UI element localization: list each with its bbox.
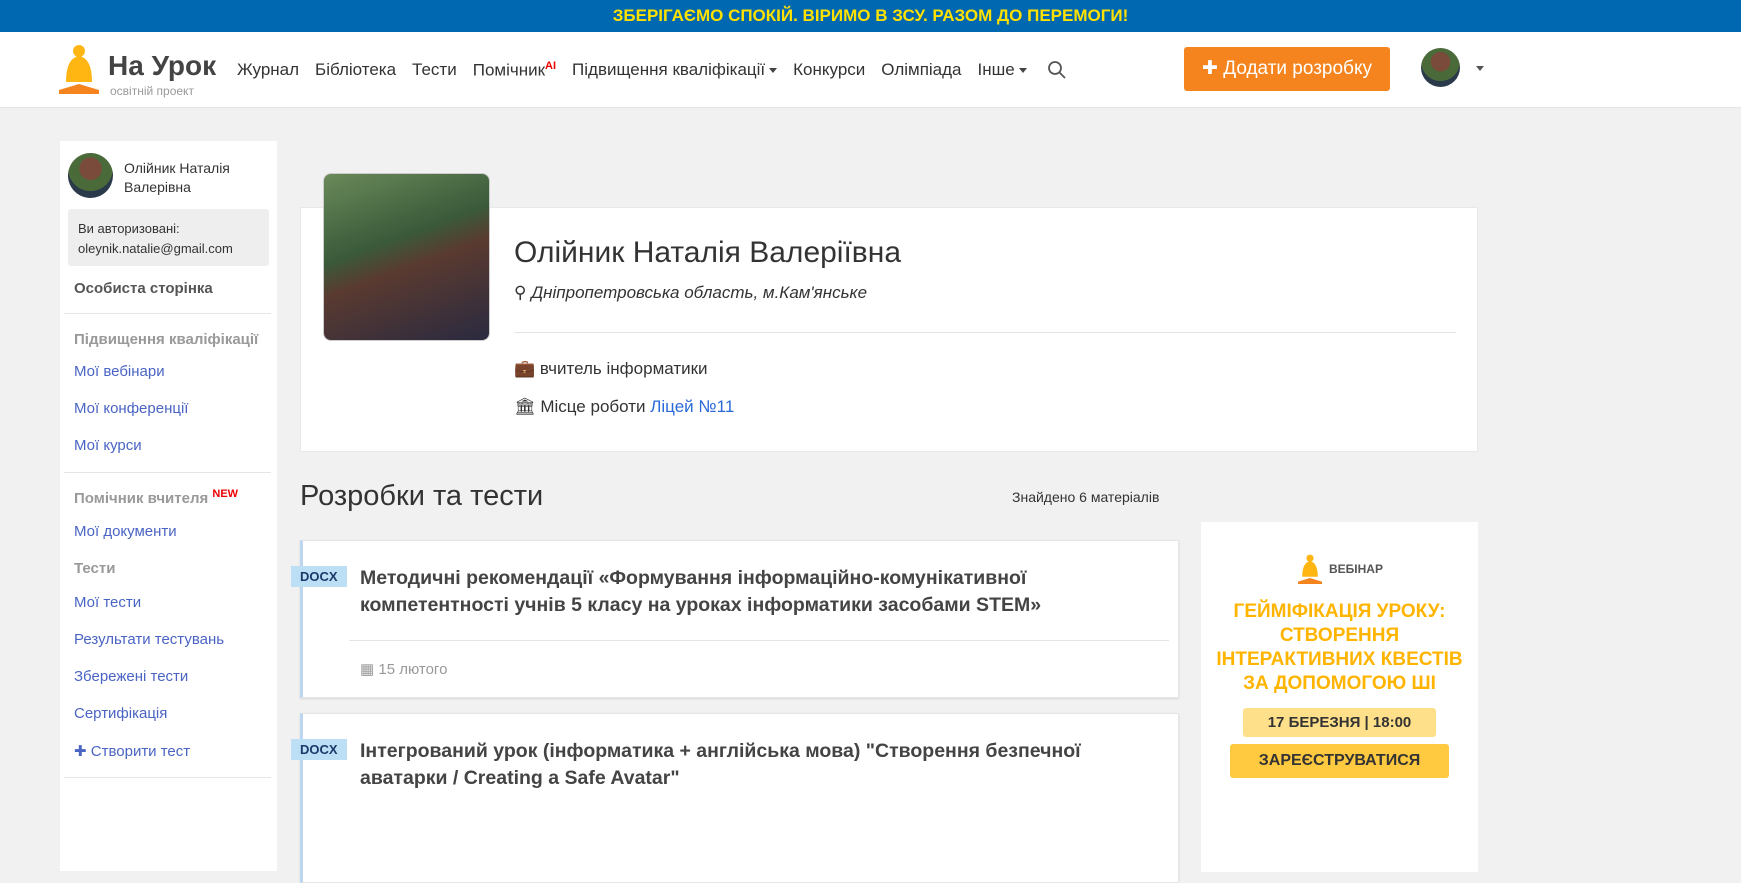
ai-badge: AI xyxy=(545,60,557,72)
section-header: Підвищення кваліфікації xyxy=(74,331,259,348)
nav-contests[interactable]: Конкурси xyxy=(793,60,865,81)
map-marker-icon: ⚲ xyxy=(514,283,527,302)
divider xyxy=(64,777,271,778)
divider xyxy=(64,313,271,314)
sidebar-saved-tests[interactable]: Збережені тести xyxy=(74,668,188,685)
webinar-ad[interactable]: ВЕБІНАР ГЕЙМІФІКАЦІЯ УРОКУ: СТВОРЕННЯ ІН… xyxy=(1201,522,1478,872)
header: На Урок освітній проект Журнал Бібліотек… xyxy=(0,32,1741,108)
support-banner: ЗБЕРІГАЄМО СПОКІЙ. ВІРИМО В ЗСУ. РАЗОМ Д… xyxy=(0,0,1741,32)
sidebar-user-name: Олійник Наталія Валерівна xyxy=(124,160,230,195)
material-title[interactable]: Методичні рекомендації «Формування інфор… xyxy=(360,565,1150,619)
new-badge: NEW xyxy=(212,488,239,500)
ad-title: ГЕЙМІФІКАЦІЯ УРОКУ: СТВОРЕННЯ ІНТЕРАКТИВ… xyxy=(1216,601,1463,694)
sidebar-avatar xyxy=(68,153,113,198)
section-header: Тести xyxy=(74,560,116,577)
plus-icon: ✚ xyxy=(1202,58,1224,79)
briefcase-icon: 💼 xyxy=(514,359,536,378)
material-card[interactable]: DOCX Методичні рекомендації «Формування … xyxy=(291,540,1179,698)
materials-count: Знайдено 6 матеріалів xyxy=(1012,489,1160,505)
caret-down-icon xyxy=(769,68,778,74)
logo[interactable]: На Урок освітній проект xyxy=(58,42,228,98)
plus-icon: ✚ xyxy=(74,743,91,760)
main-nav: Журнал Бібліотека Тести ПомічникAI Підви… xyxy=(237,60,1067,81)
sidebar-create-test[interactable]: ✚ Створити тест xyxy=(74,742,190,760)
sidebar-results[interactable]: Результати тестувань xyxy=(74,631,224,648)
calendar-icon: ▦ xyxy=(360,661,375,678)
register-button[interactable]: ЗАРЕЄСТРУВАТИСЯ xyxy=(1230,744,1449,778)
materials-title: Розробки та тести xyxy=(300,480,544,512)
divider xyxy=(349,640,1169,641)
nav-other[interactable]: Інше xyxy=(978,60,1027,81)
file-type-badge: DOCX xyxy=(291,739,347,760)
material-card[interactable]: DOCX Інтегрований урок (інформатика + ан… xyxy=(291,713,1179,883)
profile-name: Олійник Наталія Валеріївна xyxy=(514,236,901,269)
user-avatar[interactable] xyxy=(1421,48,1460,87)
file-type-badge: DOCX xyxy=(291,566,347,587)
add-material-button[interactable]: ✚ Додати розробку xyxy=(1184,47,1390,91)
section-header: Помічник вчителя NEW xyxy=(74,488,239,507)
divider xyxy=(64,472,271,473)
divider xyxy=(514,332,1456,333)
sidebar-certification[interactable]: Сертифікація xyxy=(74,705,167,722)
nav-tests[interactable]: Тести xyxy=(412,60,457,81)
sidebar-conferences[interactable]: Мої конференції xyxy=(74,400,188,417)
user-menu-caret-icon[interactable] xyxy=(1476,66,1484,71)
caret-down-icon xyxy=(1018,68,1027,74)
profile-location: ⚲ Дніпропетровська область, м.Кам'янське xyxy=(514,283,868,302)
auth-info: Ви авторизовані: oleynik.natalie@gmail.co… xyxy=(68,209,269,266)
sidebar-courses[interactable]: Мої курси xyxy=(74,437,142,454)
sidebar-my-tests[interactable]: Мої тести xyxy=(74,594,141,611)
sidebar-documents[interactable]: Мої документи xyxy=(74,523,177,540)
profile-workplace: 🏛 Місце роботи Ліцей №11 xyxy=(514,397,735,416)
nav-qualification[interactable]: Підвищення кваліфікації xyxy=(572,60,778,81)
sidebar-webinars[interactable]: Мої вебінари xyxy=(74,363,165,380)
bell-logo-icon xyxy=(59,45,99,94)
sidebar: Олійник Наталія Валерівна Ви авторизован… xyxy=(60,141,277,871)
bell-logo-icon xyxy=(1298,554,1322,584)
profile-position: 💼 вчитель інформатики xyxy=(514,359,708,378)
search-icon[interactable] xyxy=(1047,60,1067,80)
material-date: ▦ 15 лютого xyxy=(360,661,448,678)
sidebar-personal-page[interactable]: Особиста сторінка xyxy=(74,280,213,297)
nav-olympiad[interactable]: Олімпіада xyxy=(881,60,961,81)
ad-date: 17 БЕРЕЗНЯ | 18:00 xyxy=(1243,708,1436,737)
material-title[interactable]: Інтегрований урок (інформатика + англійс… xyxy=(360,738,1150,792)
nav-journal[interactable]: Журнал xyxy=(237,60,299,81)
nav-helper[interactable]: ПомічникAI xyxy=(473,60,556,81)
profile-photo xyxy=(323,173,490,341)
institution-icon: 🏛 xyxy=(514,397,536,416)
workplace-link[interactable]: Ліцей №11 xyxy=(650,397,734,416)
nav-library[interactable]: Бібліотека xyxy=(315,60,396,81)
